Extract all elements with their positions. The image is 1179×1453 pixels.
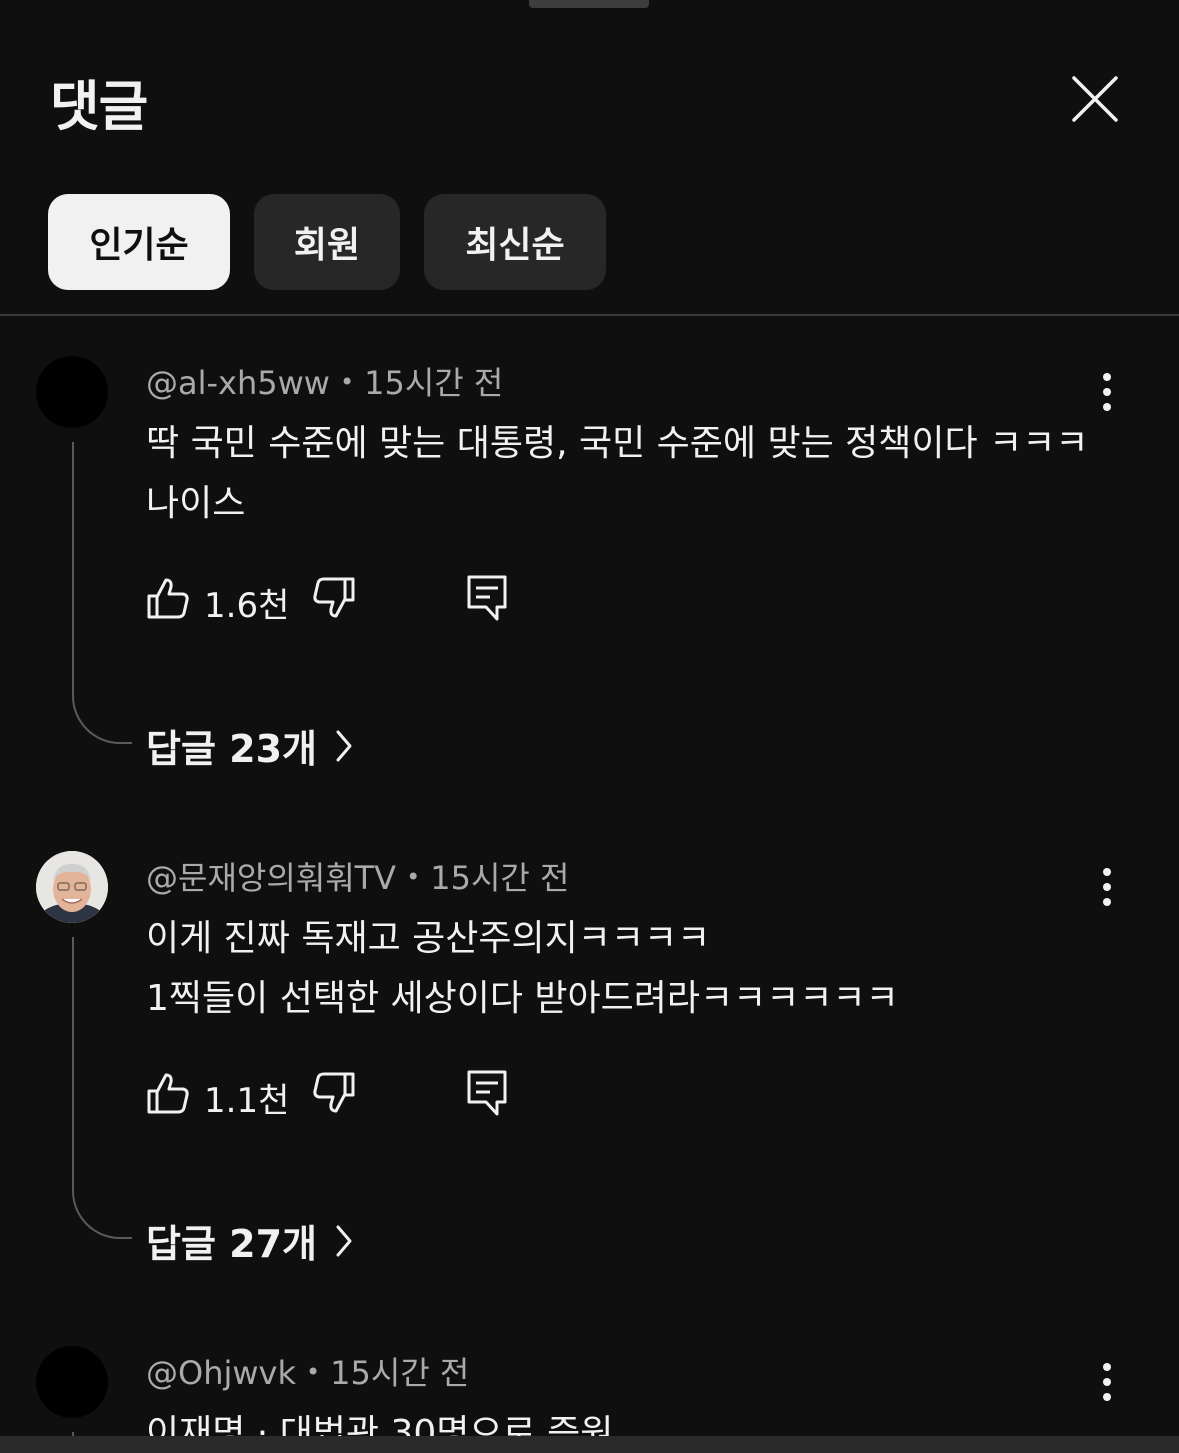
like-count: 1.1천 [204,1081,290,1121]
thread-line [72,937,132,1239]
separator-dot: • [406,863,421,891]
chip-label: 최신순 [465,225,565,266]
avatar[interactable] [36,1346,108,1418]
avatar-photo [36,851,108,923]
like-count: 1.6천 [204,586,290,626]
chevron-right-icon [336,730,352,761]
like-button[interactable] [146,576,190,620]
reply-button[interactable] [466,1069,508,1117]
reply-button[interactable] [466,574,508,622]
replies-count: 답글 27개 [146,1222,317,1266]
page-title: 댓글 [50,75,148,138]
thumbs-down-icon [313,577,355,618]
avatar[interactable] [36,851,108,923]
comment-item: @Ohjwvk • 15시간 전 이재명 · 대법관 30명으로 증원 [0,1346,1179,1436]
more-vertical-icon [1103,373,1111,411]
chevron-right-icon [336,1225,352,1256]
comment-item: @문재앙의훠훠TV • 15시간 전 이게 진짜 독재고 공산주의지ㅋㅋㅋㅋ 1찍들… [0,851,1179,1266]
view-replies-link[interactable]: 답글 27개 [146,1213,353,1268]
comment-text: 이게 진짜 독재고 공산주의지ㅋㅋㅋㅋ 1찍들이 선택한 세상이다 받아드려라ㅋ… [146,918,899,1019]
avatar[interactable] [36,356,108,428]
chip-popular[interactable]: 인기순 [48,194,230,290]
more-vertical-icon [1103,1363,1111,1401]
chip-label: 회원 [293,225,361,266]
view-replies-link[interactable]: 답글 23개 [146,718,353,773]
separator-dot: • [339,368,355,396]
comment-menu-button[interactable] [1092,372,1122,412]
comment-author[interactable]: @al-xh5ww [146,364,330,402]
divider [0,314,1179,316]
comment-icon [467,575,507,621]
sort-chips: 인기순 회원 최신순 [48,194,606,290]
comment-item: @al-xh5ww • 15시간 전 딱 국민 수준에 맞는 대통령, 국민 수준에… [0,356,1179,771]
chip-label: 인기순 [89,225,189,266]
comment-menu-button[interactable] [1092,867,1122,907]
chip-newest[interactable]: 최신순 [424,194,606,290]
comment-time: 15시간 전 [364,364,504,402]
like-button[interactable] [146,1071,190,1115]
bottom-bar [0,1436,1179,1453]
chip-members[interactable]: 회원 [254,194,400,290]
comment-menu-button[interactable] [1092,1362,1122,1402]
more-vertical-icon [1103,868,1111,906]
separator-dot: • [306,1358,321,1386]
drag-handle[interactable] [529,0,649,8]
close-button[interactable] [1066,70,1122,126]
comment-time: 15시간 전 [430,859,570,897]
dislike-button[interactable] [312,576,356,620]
comment-meta: @문재앙의훠훠TV • 15시간 전 [146,853,569,899]
comment-text: 딱 국민 수준에 맞는 대통령, 국민 수준에 맞는 정책이다 ㅋㅋㅋ 나이스 [146,423,1100,524]
comment-author[interactable]: @Ohjwvk [146,1354,296,1392]
comment-meta: @Ohjwvk • 15시간 전 [146,1348,469,1394]
comment-icon [467,1070,507,1116]
thumbs-down-icon [313,1072,355,1113]
comment-time: 15시간 전 [330,1354,470,1392]
thumbs-up-icon [147,578,189,619]
close-icon [1072,76,1118,122]
thread-line [72,442,132,744]
comment-author[interactable]: @문재앙의훠훠TV [146,859,396,897]
comment-text: 이재명 · 대법관 30명으로 증원 [146,1413,614,1436]
replies-count: 답글 23개 [146,727,317,771]
dislike-button[interactable] [312,1071,356,1115]
thumbs-up-icon [147,1073,189,1114]
comment-meta: @al-xh5ww • 15시간 전 [146,358,503,404]
